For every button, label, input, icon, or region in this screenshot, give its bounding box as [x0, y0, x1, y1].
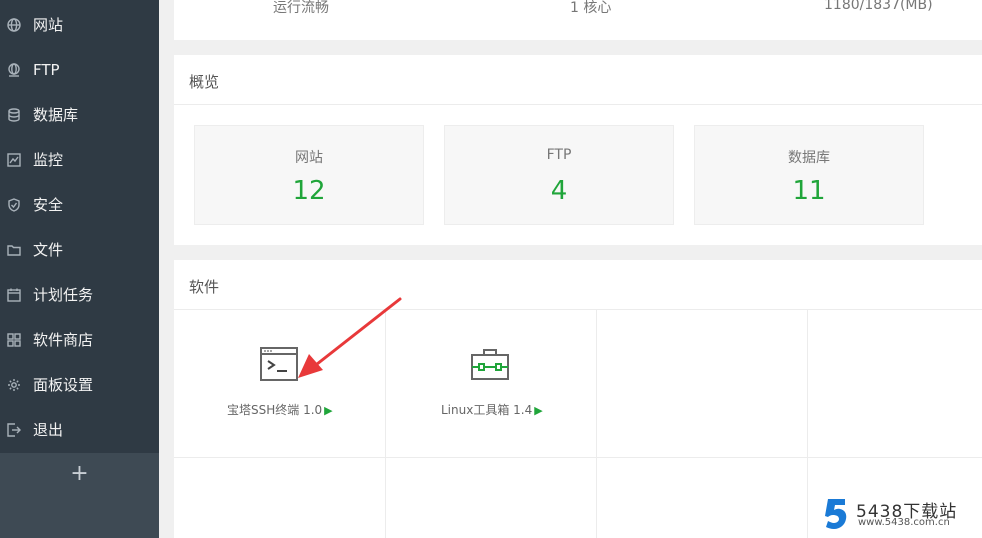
sidebar-item-store[interactable]: 软件商店	[0, 317, 159, 362]
globe-icon	[7, 17, 21, 32]
stat-card-website[interactable]: 网站 12	[194, 125, 424, 225]
add-button[interactable]: +	[0, 455, 159, 491]
sidebar-item-files[interactable]: 文件	[0, 227, 159, 272]
grid-line	[807, 310, 808, 538]
sidebar-item-settings[interactable]: 面板设置	[0, 362, 159, 407]
database-icon	[7, 107, 21, 122]
sidebar-menu: 网站 FTP 数据库 监控 安全 文件 计划任务 软件商店 面板设置 退出	[0, 0, 159, 453]
grid-line	[174, 457, 982, 458]
logout-icon	[7, 422, 21, 437]
stat-card-database[interactable]: 数据库 11	[694, 125, 924, 225]
gear-icon	[7, 378, 21, 392]
calendar-icon	[7, 288, 21, 302]
app-linux-toolbox[interactable]: Linux工具箱 1.4 ▶	[386, 310, 596, 457]
sidebar: 网站 FTP 数据库 监控 安全 文件 计划任务 软件商店 面板设置 退出 +	[0, 0, 159, 538]
software-title: 软件	[189, 278, 220, 296]
status-strip: 运行流畅 1 核心 1180/1837(MB)	[174, 0, 982, 40]
sidebar-item-monitor[interactable]: 监控	[0, 137, 159, 182]
play-icon[interactable]: ▶	[534, 404, 542, 417]
play-icon[interactable]: ▶	[324, 404, 332, 417]
sidebar-item-label: FTP	[33, 60, 60, 79]
stat-card-ftp[interactable]: FTP 4	[444, 125, 674, 225]
sidebar-item-logout[interactable]: 退出	[0, 407, 159, 452]
sidebar-item-label: 网站	[33, 16, 64, 34]
load-status: 运行流畅	[273, 0, 329, 16]
folder-icon	[7, 243, 21, 257]
stat-value: 11	[792, 176, 826, 206]
sidebar-item-label: 监控	[33, 151, 64, 169]
sidebar-item-label: 退出	[33, 421, 64, 439]
stat-value: 12	[292, 176, 326, 206]
site-logo-icon	[825, 499, 847, 529]
app-name: Linux工具箱 1.4	[441, 403, 533, 417]
app-name: 宝塔SSH终端 1.0	[227, 403, 323, 417]
sidebar-item-ftp[interactable]: FTP	[0, 47, 159, 92]
sidebar-item-label: 数据库	[33, 106, 79, 124]
grid-line	[596, 310, 597, 538]
stat-label: FTP	[546, 147, 572, 163]
watermark-url: www.5438.com.cn	[858, 517, 950, 528]
grid-icon	[7, 332, 21, 347]
sidebar-item-label: 软件商店	[33, 331, 94, 349]
overview-title: 概览	[189, 73, 220, 91]
cpu-status: 1 核心	[570, 0, 612, 16]
stat-value: 4	[550, 176, 568, 206]
sidebar-item-label: 文件	[33, 241, 64, 259]
monitor-icon	[7, 152, 21, 167]
sidebar-item-cron[interactable]: 计划任务	[0, 272, 159, 317]
ftp-icon	[7, 62, 21, 77]
overview-divider	[174, 104, 982, 105]
sidebar-item-label: 安全	[33, 196, 64, 214]
shield-icon	[7, 197, 21, 212]
sidebar-item-security[interactable]: 安全	[0, 182, 159, 227]
sidebar-item-website[interactable]: 网站	[0, 2, 159, 47]
watermark: 5438下载站 www.5438.com.cn	[824, 497, 974, 531]
sidebar-item-label: 面板设置	[33, 376, 94, 394]
sidebar-item-label: 计划任务	[33, 286, 94, 304]
stat-label: 网站	[295, 150, 323, 166]
stat-label: 数据库	[788, 150, 830, 166]
toolbox-icon	[471, 349, 509, 380]
sidebar-item-database[interactable]: 数据库	[0, 92, 159, 137]
annotation-arrow-icon	[298, 297, 402, 378]
memory-status: 1180/1837(MB)	[824, 0, 933, 13]
